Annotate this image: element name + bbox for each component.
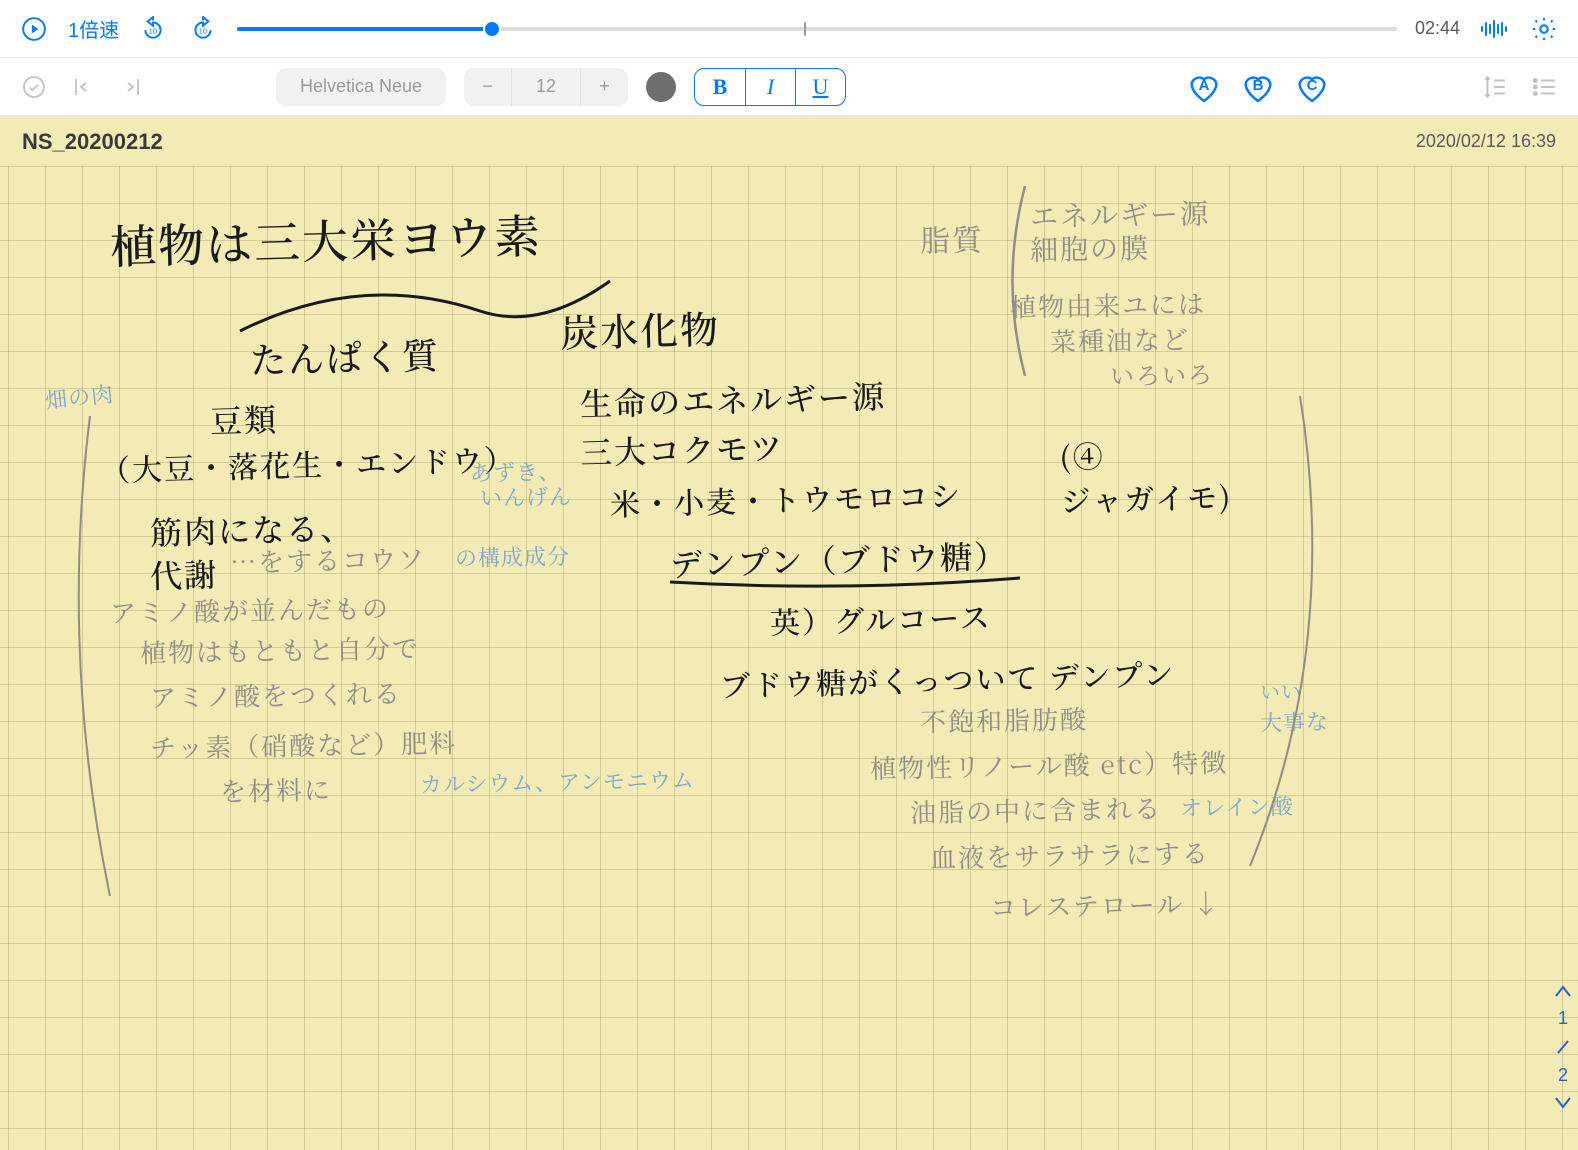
heart-b-button[interactable]: B	[1238, 69, 1278, 105]
page-divider-icon	[1556, 1039, 1570, 1055]
text-color-swatch[interactable]	[646, 72, 676, 102]
pn-fat-bracket	[1000, 186, 1030, 376]
svg-text:10: 10	[199, 26, 207, 35]
chevron-up-icon[interactable]	[1554, 984, 1572, 998]
font-family-selector[interactable]: Helvetica Neue	[276, 68, 446, 106]
underline-button[interactable]: U	[795, 69, 845, 105]
note-title: NS_20200212	[22, 129, 163, 155]
progress-fill	[237, 27, 492, 31]
chevron-down-icon[interactable]	[1554, 1096, 1572, 1110]
pn-plant-oil1: 植物由来ユには	[1010, 284, 1207, 324]
forward-10-icon[interactable]: 10	[187, 13, 219, 45]
heart-a-button[interactable]: A	[1184, 69, 1224, 105]
page-number-1[interactable]: 1	[1558, 1008, 1568, 1029]
page-markers: 1 2	[1554, 984, 1572, 1110]
waveform-icon[interactable]	[1478, 13, 1510, 45]
note-timestamp: 2020/02/12 16:39	[1416, 131, 1556, 152]
page-number-2[interactable]: 2	[1558, 1065, 1568, 1086]
hw-protein-label: たんぱく質	[249, 329, 440, 385]
heart-a-label: A	[1184, 77, 1224, 94]
outdent-icon[interactable]	[68, 71, 100, 103]
progress-thumb[interactable]	[485, 22, 499, 36]
note-canvas[interactable]: 植物は三大栄ヨウ素 たんぱく質 炭水化物 豆類 （大豆・落花生・エンドウ） 筋肉…	[0, 166, 1578, 1150]
font-size-stepper: − 12 +	[464, 68, 628, 106]
pn-plant-oil2: 菜種油など	[1050, 320, 1191, 359]
pn-plant-oil3: いろいろ	[1110, 355, 1215, 392]
format-toolbar: Helvetica Neue − 12 + B I U A B C	[0, 58, 1578, 116]
pn-big-bracket	[70, 396, 1340, 916]
heart-c-button[interactable]: C	[1292, 69, 1332, 105]
indent-icon[interactable]	[118, 71, 150, 103]
font-family-label: Helvetica Neue	[300, 76, 422, 97]
bold-button[interactable]: B	[695, 69, 745, 105]
progress-marker	[804, 22, 806, 36]
play-icon[interactable]	[18, 13, 50, 45]
gear-icon[interactable]	[1528, 13, 1560, 45]
pn-fat-membrane: 細胞の膜	[1030, 227, 1151, 269]
heart-c-label: C	[1292, 77, 1332, 94]
svg-text:10: 10	[149, 26, 157, 35]
font-size-decrease-button[interactable]: −	[464, 68, 512, 106]
hw-carb-label: 炭水化物	[559, 299, 720, 358]
font-size-value: 12	[522, 68, 570, 106]
text-style-group: B I U	[694, 68, 846, 106]
playback-toolbar: 1倍速 10 10 02:44	[0, 0, 1578, 58]
font-size-increase-button[interactable]: +	[580, 68, 628, 106]
playback-speed-button[interactable]: 1倍速	[68, 14, 119, 43]
pn-fat-label: 脂質	[920, 215, 985, 260]
favorite-tags-group: A B C	[1184, 69, 1332, 105]
line-spacing-icon[interactable]	[1478, 71, 1510, 103]
bullet-list-icon[interactable]	[1528, 71, 1560, 103]
playback-time-label: 02:44	[1415, 18, 1460, 39]
note-header: NS_20200212 2020/02/12 16:39	[0, 116, 1578, 166]
checkmark-circle-icon[interactable]	[18, 71, 50, 103]
playback-progress-slider[interactable]	[237, 13, 1397, 45]
italic-button[interactable]: I	[745, 69, 795, 105]
heart-b-label: B	[1238, 77, 1278, 94]
rewind-10-icon[interactable]: 10	[137, 13, 169, 45]
